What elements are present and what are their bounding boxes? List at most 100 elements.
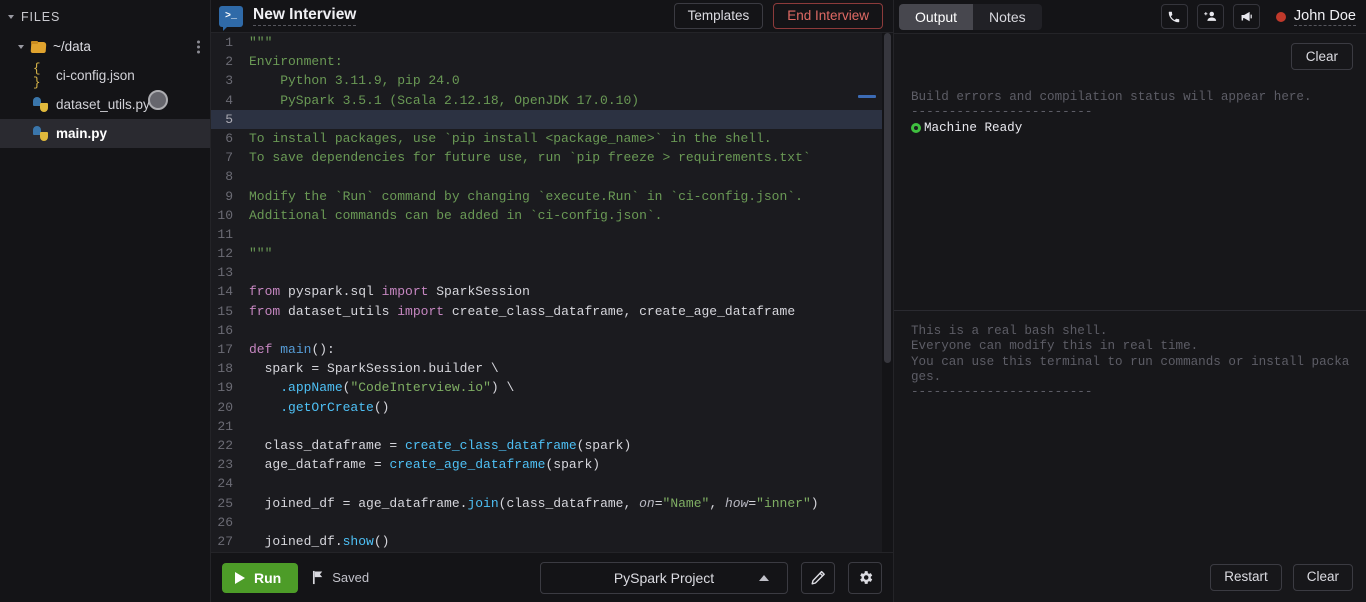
code-text: Modify the `Run` command by changing `ex…	[249, 188, 803, 204]
code-text: Python 3.11.9, pip 24.0	[249, 73, 460, 89]
app-root: FILES ~/data { } ci-config.json dataset_…	[0, 0, 1366, 602]
line-number: 12	[217, 246, 233, 262]
sidebar-file-ci-config-json[interactable]: { } ci-config.json	[0, 61, 210, 90]
code-line[interactable]: 19 .appName("CodeInterview.io") \	[211, 378, 893, 397]
code-line[interactable]: 24	[211, 474, 893, 493]
clear-terminal-button[interactable]: Clear	[1292, 564, 1353, 591]
code-line[interactable]: 18 spark = SparkSession.builder \	[211, 359, 893, 378]
tab-output[interactable]: Output	[899, 3, 974, 30]
code-line[interactable]: 22 class_dataframe = create_class_datafr…	[211, 436, 893, 455]
templates-button[interactable]: Templates	[673, 2, 764, 30]
pencil-icon	[811, 570, 825, 584]
project-settings-button[interactable]	[848, 561, 882, 594]
save-flag-icon	[313, 570, 323, 585]
code-text: from pyspark.sql import SparkSession	[249, 284, 530, 300]
terminal-line: This is a real bash shell.	[911, 324, 1108, 338]
code-line[interactable]: 1 """	[211, 33, 893, 52]
file-label: main.py	[56, 126, 108, 141]
end-interview-button[interactable]: End Interview	[773, 2, 883, 30]
code-editor[interactable]: 1 """ 2 Environment: 3 Python 3.11.9, pip 24…	[211, 33, 893, 552]
machine-status: Machine Ready	[911, 121, 1353, 136]
code-line[interactable]: 9 Modify the `Run` command by changing `e…	[211, 187, 893, 206]
megaphone-icon	[1241, 11, 1252, 22]
line-number: 6	[225, 130, 233, 146]
code-text: """	[249, 246, 273, 262]
sidebar-file-main-py[interactable]: main.py	[0, 119, 210, 148]
code-line[interactable]: 12 """	[211, 244, 893, 263]
line-number: 26	[217, 514, 233, 530]
line-number: 14	[217, 284, 233, 300]
line-number: 4	[225, 92, 233, 108]
code-line[interactable]: 27 joined_df.show()	[211, 532, 893, 551]
chevron-up-icon	[759, 574, 769, 581]
edit-project-button[interactable]	[801, 561, 835, 594]
editor-column: >_ New Interview Templates End Interview…	[211, 0, 893, 602]
code-line[interactable]: 23 age_dataframe = create_age_dataframe(…	[211, 455, 893, 474]
code-line[interactable]: 16	[211, 321, 893, 340]
files-header[interactable]: FILES	[0, 0, 210, 32]
code-line[interactable]: 21	[211, 417, 893, 436]
current-user[interactable]: John Doe	[1275, 8, 1356, 26]
line-number: 22	[217, 437, 233, 453]
phone-icon	[1169, 11, 1180, 22]
code-line[interactable]: 15 from dataset_utils import create_class…	[211, 302, 893, 321]
tab-notes[interactable]: Notes	[973, 3, 1042, 30]
line-number: 24	[217, 476, 233, 492]
restart-terminal-button[interactable]: Restart	[1210, 564, 1282, 591]
chevron-down-icon	[18, 44, 24, 49]
line-number: 19	[217, 380, 233, 396]
code-text: To install packages, use `pip install <p…	[249, 130, 772, 146]
line-number: 9	[225, 188, 233, 204]
line-number: 11	[217, 226, 233, 242]
line-number: 23	[217, 457, 233, 473]
code-text: from dataset_utils import create_class_d…	[249, 303, 796, 319]
code-text: joined_df = age_dataframe.join(class_dat…	[249, 495, 819, 511]
code-line[interactable]: 25 joined_df = age_dataframe.join(class_…	[211, 494, 893, 513]
code-line[interactable]: 14 from pyspark.sql import SparkSession	[211, 282, 893, 301]
code-line[interactable]: 6 To install packages, use `pip install <…	[211, 129, 893, 148]
run-button[interactable]: Run	[222, 562, 299, 593]
clear-output-button[interactable]: Clear	[1290, 43, 1353, 70]
code-line[interactable]: 26	[211, 513, 893, 532]
terminal-line: Everyone can modify this in real time.	[911, 339, 1199, 354]
code-lines[interactable]: 1 """ 2 Environment: 3 Python 3.11.9, pip 24…	[211, 33, 893, 551]
line-number: 5	[225, 111, 233, 127]
code-line[interactable]: 17 def main():	[211, 340, 893, 359]
output-divider: ------------------------	[911, 105, 1093, 120]
editor-scrollbar-thumb[interactable]	[884, 33, 891, 363]
code-line[interactable]: 13	[211, 263, 893, 282]
project-select[interactable]: PySpark Project	[540, 561, 788, 594]
python-file-icon	[33, 126, 48, 141]
code-text: PySpark 3.5.1 (Scala 2.12.18, OpenJDK 17…	[249, 92, 640, 108]
terminal-pane[interactable]: This is a real bash shell. Everyone can …	[894, 310, 1366, 602]
play-icon	[235, 571, 245, 584]
sidebar-file-dataset-utils-py[interactable]: dataset_utils.py	[0, 90, 210, 119]
code-line[interactable]: 20 .getOrCreate()	[211, 398, 893, 417]
editor-scrollbar[interactable]	[882, 33, 893, 552]
code-line[interactable]: 5	[211, 109, 893, 129]
file-label: dataset_utils.py	[56, 97, 150, 112]
call-button[interactable]	[1160, 4, 1188, 29]
code-line[interactable]: 10 Additional commands can be added in `c…	[211, 206, 893, 225]
output-placeholder-text: Build errors and compilation status will…	[911, 90, 1312, 104]
code-text: To save dependencies for future use, run…	[249, 150, 811, 166]
page-title: New Interview	[253, 6, 357, 26]
code-text: """	[249, 35, 273, 50]
code-line[interactable]: 8	[211, 167, 893, 186]
code-line[interactable]: 3 Python 3.11.9, pip 24.0	[211, 71, 893, 90]
code-line[interactable]: 4 PySpark 3.5.1 (Scala 2.12.18, OpenJDK …	[211, 91, 893, 110]
tree-folder-data[interactable]: ~/data	[0, 32, 210, 61]
code-line[interactable]: 7 To save dependencies for future use, ru…	[211, 148, 893, 167]
announce-button[interactable]	[1232, 4, 1260, 29]
code-line[interactable]: 2 Environment:	[211, 52, 893, 71]
kebab-menu-icon[interactable]	[197, 40, 200, 53]
line-number: 3	[225, 73, 233, 89]
line-number: 21	[217, 418, 233, 434]
code-line[interactable]: 11	[211, 225, 893, 244]
add-participant-button[interactable]	[1196, 4, 1224, 29]
